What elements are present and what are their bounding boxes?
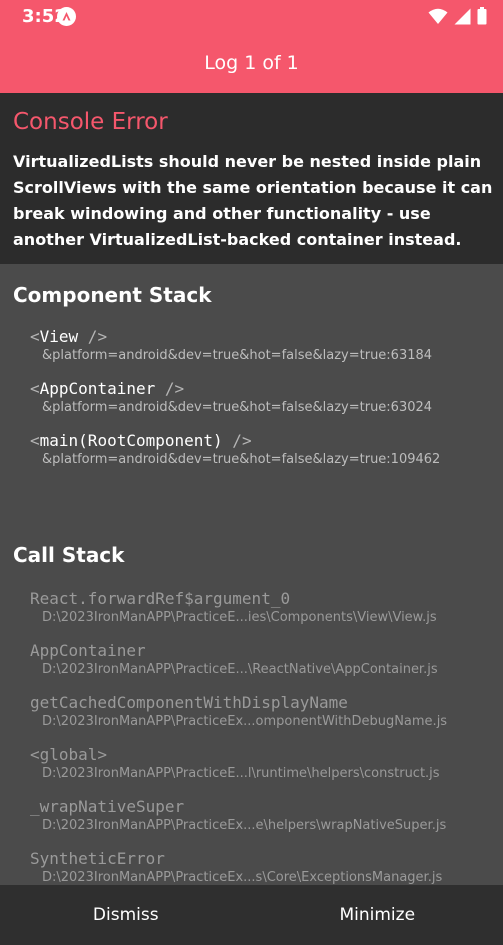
wifi-icon bbox=[428, 8, 448, 29]
frame-name: AppContainer bbox=[30, 641, 146, 660]
call-stack-title: Call Stack bbox=[13, 543, 125, 567]
component-name: <main(RootComponent) /> bbox=[30, 431, 252, 450]
frame-location: D:\2023IronManAPP\PracticeEx...e\helpers… bbox=[42, 818, 447, 833]
log-body[interactable]: Component Stack <View /> &platform=andro… bbox=[0, 264, 503, 885]
component-stack-item[interactable]: <main(RootComponent) /> &platform=androi… bbox=[30, 431, 490, 467]
call-stack-frame[interactable]: getCachedComponentWithDisplayName D:\202… bbox=[30, 693, 490, 729]
call-stack-frame[interactable]: React.forwardRef$argument_0 D:\2023IronM… bbox=[30, 589, 490, 625]
signal-icon bbox=[454, 8, 471, 29]
frame-location: D:\2023IronManAPP\PracticeEx...s\Core\Ex… bbox=[42, 870, 443, 885]
log-header: Log 1 of 1 bbox=[0, 33, 503, 93]
footer-bar: Dismiss Minimize bbox=[0, 885, 503, 945]
component-location: &platform=android&dev=true&hot=false&laz… bbox=[42, 452, 441, 467]
status-bar: 3:52 bbox=[0, 0, 503, 33]
frame-name: getCachedComponentWithDisplayName bbox=[30, 693, 348, 712]
error-panel: Console Error VirtualizedLists should ne… bbox=[0, 93, 503, 264]
dismiss-button[interactable]: Dismiss bbox=[0, 885, 252, 945]
app-badge-icon bbox=[57, 7, 76, 26]
component-stack-item[interactable]: <View /> &platform=android&dev=true&hot=… bbox=[30, 327, 490, 363]
frame-name: SyntheticError bbox=[30, 849, 165, 868]
component-stack-title: Component Stack bbox=[13, 283, 212, 307]
component-location: &platform=android&dev=true&hot=false&laz… bbox=[42, 348, 433, 363]
call-stack-frame[interactable]: AppContainer D:\2023IronManAPP\PracticeE… bbox=[30, 641, 490, 677]
frame-location: D:\2023IronManAPP\PracticeE...ies\Compon… bbox=[42, 610, 437, 625]
frame-location: D:\2023IronManAPP\PracticeE...l\runtime\… bbox=[42, 766, 440, 781]
component-name: <AppContainer /> bbox=[30, 379, 185, 398]
call-stack-frame[interactable]: _wrapNativeSuper D:\2023IronManAPP\Pract… bbox=[30, 797, 490, 833]
component-location: &platform=android&dev=true&hot=false&laz… bbox=[42, 400, 433, 415]
frame-location: D:\2023IronManAPP\PracticeEx...omponentW… bbox=[42, 714, 448, 729]
log-title: Log 1 of 1 bbox=[204, 52, 299, 74]
error-message: VirtualizedLists should never be nested … bbox=[13, 152, 493, 249]
frame-location: D:\2023IronManAPP\PracticeE...\ReactNati… bbox=[42, 662, 438, 677]
battery-icon bbox=[477, 7, 487, 29]
component-name: <View /> bbox=[30, 327, 108, 346]
frame-name: React.forwardRef$argument_0 bbox=[30, 589, 291, 608]
frame-name: _wrapNativeSuper bbox=[30, 797, 185, 816]
component-stack-item[interactable]: <AppContainer /> &platform=android&dev=t… bbox=[30, 379, 490, 415]
status-icons bbox=[428, 7, 487, 29]
minimize-button[interactable]: Minimize bbox=[252, 885, 503, 945]
call-stack-frame[interactable]: SyntheticError D:\2023IronManAPP\Practic… bbox=[30, 849, 490, 885]
frame-name: <global> bbox=[30, 745, 108, 764]
error-title: Console Error bbox=[13, 109, 168, 135]
call-stack-frame[interactable]: <global> D:\2023IronManAPP\PracticeE...l… bbox=[30, 745, 490, 781]
